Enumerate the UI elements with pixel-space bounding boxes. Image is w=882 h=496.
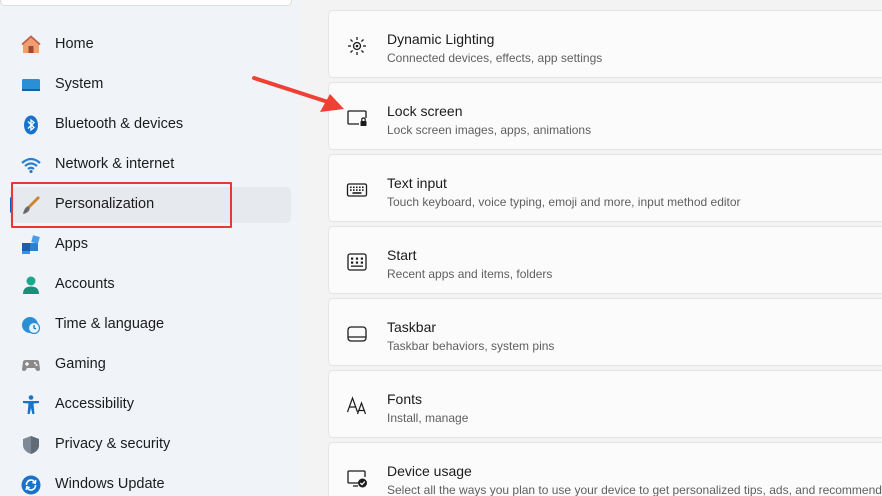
main-content: Dynamic Lighting Connected devices, effe… — [300, 0, 882, 496]
fonts-icon — [345, 394, 369, 418]
update-icon — [20, 474, 42, 496]
sidebar-item-label: System — [55, 76, 104, 92]
wifi-icon — [20, 154, 42, 176]
card-text-input[interactable]: Text input Touch keyboard, voice typing,… — [328, 154, 882, 222]
bluetooth-icon — [20, 114, 42, 136]
sidebar-item-windows-update[interactable]: Windows Update — [10, 467, 291, 496]
card-subtitle: Touch keyboard, voice typing, emoji and … — [387, 195, 741, 209]
sidebar-item-label: Windows Update — [55, 476, 165, 492]
card-title: Device usage — [387, 463, 472, 479]
shield-icon — [20, 434, 42, 456]
sidebar-item-label: Accounts — [55, 276, 115, 292]
sidebar-item-label: Gaming — [55, 356, 106, 372]
card-title: Fonts — [387, 391, 423, 407]
accounts-icon — [20, 274, 42, 296]
sidebar-item-label: Accessibility — [55, 396, 134, 412]
sidebar-item-label: Time & language — [55, 316, 165, 332]
sidebar-item-system[interactable]: System — [10, 67, 291, 103]
card-fonts[interactable]: Fonts Install, manage — [328, 370, 882, 438]
search-box[interactable] — [0, 0, 292, 6]
card-title: Dynamic Lighting — [387, 31, 495, 47]
accessibility-icon — [20, 394, 42, 416]
card-device-usage[interactable]: Device usage Select all the ways you pla… — [328, 442, 882, 496]
card-subtitle: Connected devices, effects, app settings — [387, 51, 603, 65]
card-subtitle: Recent apps and items, folders — [387, 267, 553, 281]
card-dynamic-lighting[interactable]: Dynamic Lighting Connected devices, effe… — [328, 10, 882, 78]
card-title: Text input — [387, 175, 447, 191]
highlight-box — [11, 182, 232, 228]
device-usage-icon — [345, 466, 369, 490]
sidebar-item-accessibility[interactable]: Accessibility — [10, 387, 291, 423]
sidebar-item-label: Apps — [55, 236, 89, 252]
card-title: Lock screen — [387, 103, 463, 119]
apps-icon — [20, 234, 42, 256]
sidebar-item-network[interactable]: Network & internet — [10, 147, 291, 183]
taskbar-icon — [345, 322, 369, 346]
card-subtitle: Lock screen images, apps, animations — [387, 123, 592, 137]
card-taskbar[interactable]: Taskbar Taskbar behaviors, system pins — [328, 298, 882, 366]
keyboard-icon — [345, 178, 369, 202]
card-start[interactable]: Start Recent apps and items, folders — [328, 226, 882, 294]
card-title: Start — [387, 247, 417, 263]
system-icon — [20, 74, 42, 96]
sidebar-item-time-language[interactable]: Time & language — [10, 307, 291, 343]
card-lock-screen[interactable]: Lock screen Lock screen images, apps, an… — [328, 82, 882, 150]
card-subtitle: Select all the ways you plan to use your… — [387, 483, 882, 496]
sidebar-item-privacy-security[interactable]: Privacy & security — [10, 427, 291, 463]
sidebar-item-home[interactable]: Home — [10, 27, 291, 63]
card-title: Taskbar — [387, 319, 437, 335]
start-icon — [345, 250, 369, 274]
card-subtitle: Install, manage — [387, 411, 469, 425]
home-icon — [20, 34, 42, 56]
sidebar-item-label: Network & internet — [55, 156, 175, 172]
sidebar-item-gaming[interactable]: Gaming — [10, 347, 291, 383]
card-subtitle: Taskbar behaviors, system pins — [387, 339, 555, 353]
annotation-arrow — [252, 76, 344, 112]
dynamic-lighting-icon — [345, 34, 369, 58]
sidebar-item-apps[interactable]: Apps — [10, 227, 291, 263]
clock-globe-icon — [20, 314, 42, 336]
sidebar-item-bluetooth[interactable]: Bluetooth & devices — [10, 107, 291, 143]
sidebar-item-label: Home — [55, 36, 94, 52]
sidebar-item-accounts[interactable]: Accounts — [10, 267, 291, 303]
gamepad-icon — [20, 354, 42, 376]
sidebar-item-label: Privacy & security — [55, 436, 171, 452]
sidebar-item-label: Bluetooth & devices — [55, 116, 184, 132]
